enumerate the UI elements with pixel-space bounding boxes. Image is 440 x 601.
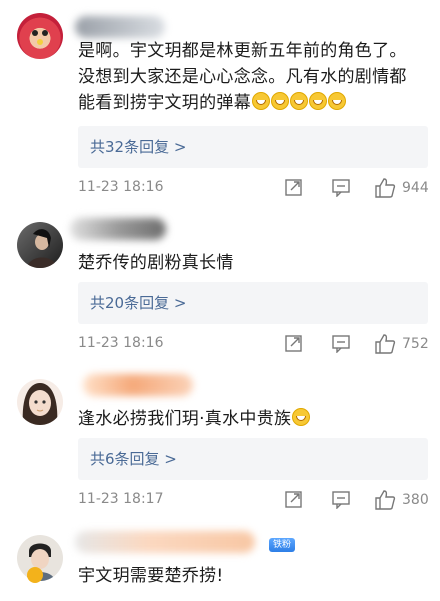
like-icon[interactable] [374,177,396,199]
comment-line: 能看到捞宇文玥的弹幕 [78,93,251,113]
avatar-art [22,383,58,425]
comment-text: 楚乔传的剧粉真长情 [78,250,426,276]
replies-label: 共32条回复 > [90,138,187,156]
replies-label: 共20条回复 > [90,294,187,312]
replies-link[interactable]: 共20条回复 > [78,282,428,324]
username-blurred[interactable] [75,16,165,38]
avatar-art [32,30,48,45]
comment-2: 楚乔传的剧粉真长情 共20条回复 > 11-23 18:16 752 [0,210,440,370]
comment-line: 逢水必捞我们玥·真水中贵族 [78,409,292,429]
verified-badge-icon [27,567,43,583]
comment-line: 是啊。宇文玥都是林更新五年前的角色了。 [78,41,407,61]
comment-1: 是啊。宇文玥都是林更新五年前的角色了。 没想到大家还是心心念念。凡有水的剧情都 … [0,0,440,210]
comment-icon[interactable] [331,489,351,509]
avatar[interactable] [17,222,63,268]
comment-line-with-emoji: 能看到捞宇文玥的弹幕 [78,90,426,116]
smile-emoji-icon [252,92,270,110]
comment-3: 逢水必捞我们玥·真水中贵族 共6条回复 > 11-23 18:17 380 [0,370,440,525]
avatar[interactable] [17,379,63,425]
username-blurred[interactable] [75,531,255,553]
share-icon[interactable] [284,333,304,353]
fan-badge: 铁粉 [269,538,295,552]
comment-line-with-emoji: 逢水必捞我们玥·真水中贵族 [78,406,426,432]
timestamp: 11-23 18:16 [78,335,164,351]
like-icon[interactable] [374,489,396,511]
smile-emoji-icon [290,92,308,110]
smile-emoji-icon [309,92,327,110]
like-count: 944 [402,180,429,196]
share-icon[interactable] [284,177,304,197]
smile-emoji-icon [271,92,289,110]
timestamp: 11-23 18:17 [78,491,164,507]
username-blurred[interactable] [70,218,166,240]
like-count: 752 [402,336,429,352]
replies-label: 共6条回复 > [90,450,177,468]
comment-line: 宇文玥需要楚乔捞! [78,566,224,586]
username-blurred[interactable] [83,374,193,396]
comment-line: 楚乔传的剧粉真长情 [78,253,234,273]
replies-link[interactable]: 共32条回复 > [78,126,428,168]
comment-text: 宇文玥需要楚乔捞! [78,563,426,589]
comment-icon[interactable] [331,333,351,353]
comment-icon[interactable] [331,177,351,197]
comment-meta: 11-23 18:17 380 [78,489,429,511]
smile-emoji-icon [328,92,346,110]
comment-text: 是啊。宇文玥都是林更新五年前的角色了。 没想到大家还是心心念念。凡有水的剧情都 … [78,38,426,116]
share-icon[interactable] [284,489,304,509]
comment-meta: 11-23 18:16 944 [78,177,429,199]
avatar-art [27,229,57,268]
avatar[interactable] [17,13,63,59]
comment-meta: 11-23 18:16 752 [78,333,429,355]
replies-link[interactable]: 共6条回复 > [78,438,428,480]
like-count: 380 [402,492,429,508]
comment-line: 没想到大家还是心心念念。凡有水的剧情都 [78,67,407,87]
smile-emoji-icon [292,408,311,426]
comment-text: 逢水必捞我们玥·真水中贵族 [78,406,426,432]
timestamp: 11-23 18:16 [78,179,164,195]
comment-4: 宇文玥需要楚乔捞! [0,525,440,601]
like-icon[interactable] [374,333,396,355]
